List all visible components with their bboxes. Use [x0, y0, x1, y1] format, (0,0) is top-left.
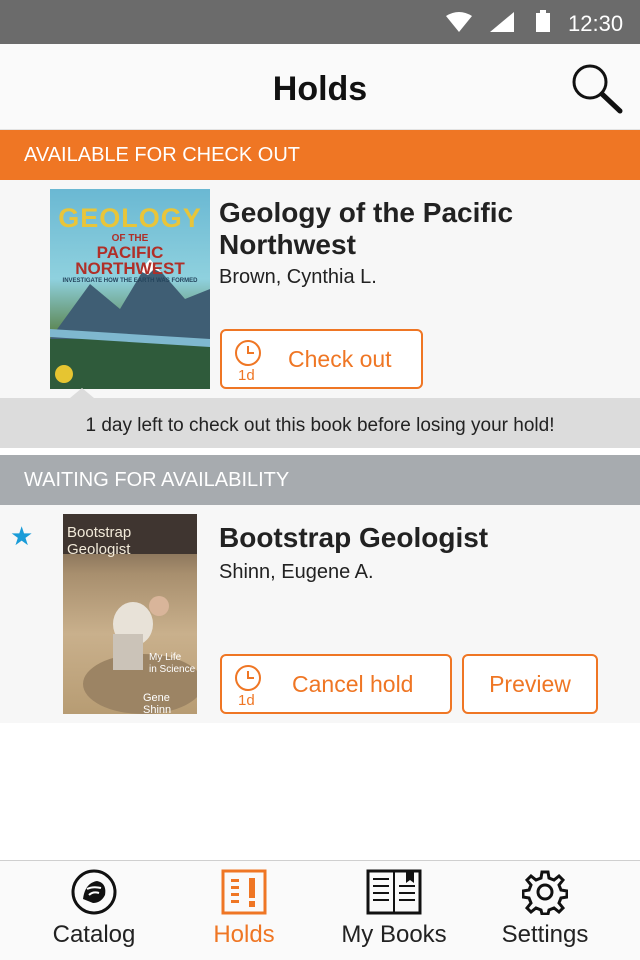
notice-text: 1 day left to check out this book before… — [85, 415, 555, 436]
tab-my-books[interactable]: My Books — [314, 861, 474, 960]
cover-main-2: NORTHWEST — [75, 259, 185, 278]
tab-label: My Books — [341, 921, 447, 948]
holds-icon — [221, 869, 267, 915]
app-bar: Holds — [0, 44, 640, 130]
book-author: Shinn, Eugene A. — [219, 561, 374, 583]
preview-label: Preview — [489, 670, 571, 697]
section-header-waiting: WAITING FOR AVAILABILITY — [0, 455, 640, 505]
cover-subtitle-2: in Science — [149, 664, 196, 675]
cancel-hold-button[interactable]: 1d Cancel hold — [220, 654, 452, 714]
check-out-button[interactable]: 1d Check out — [220, 329, 423, 389]
tab-catalog[interactable]: Catalog — [14, 861, 174, 960]
section-header-available: AVAILABLE FOR CHECK OUT — [0, 130, 640, 180]
tab-holds[interactable]: Holds — [164, 861, 324, 960]
wifi-icon — [446, 12, 472, 32]
hold-item-waiting: ★ Bootstrap Geologist My Life in Science… — [0, 505, 640, 723]
star-icon[interactable]: ★ — [10, 521, 33, 552]
clock-time: 12:30 — [568, 11, 624, 36]
book-title[interactable]: Bootstrap Geologist — [219, 522, 629, 554]
book-title[interactable]: Geology of the Pacific Northwest — [219, 197, 629, 261]
clock-icon — [235, 340, 261, 366]
battery-icon — [536, 10, 550, 32]
tab-settings[interactable]: Settings — [465, 861, 625, 960]
cover-subtitle-1: My Life — [149, 652, 182, 663]
cover-title: Bootstrap Geologist — [67, 524, 132, 558]
bottom-tab-bar: Catalog Holds My Books Settings — [0, 860, 640, 960]
tab-label: Holds — [213, 921, 275, 948]
cover-tagline: INVESTIGATE HOW THE EARTH WAS FORMED — [62, 278, 198, 284]
cancel-hold-label: Cancel hold — [292, 670, 414, 697]
tab-label: Catalog — [52, 921, 136, 948]
hold-item-available: GEOLOGY OF THE PACIFIC NORTHWEST INVESTI… — [0, 180, 640, 398]
cover-title: GEOLOGY — [58, 203, 202, 233]
gear-icon — [522, 870, 568, 915]
days-left-badge: 1d — [238, 367, 255, 384]
search-icon[interactable] — [568, 61, 624, 115]
preview-button[interactable]: Preview — [462, 654, 598, 714]
status-bar: 12:30 — [0, 0, 640, 44]
hold-expiry-notice: 1 day left to check out this book before… — [0, 388, 640, 448]
page-title: Holds — [272, 70, 368, 108]
book-cover[interactable]: Bootstrap Geologist My Life in Science G… — [63, 514, 197, 714]
clock-icon — [235, 665, 261, 691]
cover-author: Gene Shinn — [143, 692, 172, 714]
book-author: Brown, Cynthia L. — [219, 266, 377, 288]
book-icon — [366, 869, 422, 915]
notice-caret — [70, 388, 94, 398]
lion-icon — [71, 869, 117, 915]
book-cover[interactable]: GEOLOGY OF THE PACIFIC NORTHWEST INVESTI… — [50, 189, 210, 389]
check-out-label: Check out — [288, 345, 392, 372]
signal-icon — [490, 12, 514, 32]
tab-label: Settings — [501, 921, 589, 948]
days-left-badge: 1d — [238, 692, 255, 709]
